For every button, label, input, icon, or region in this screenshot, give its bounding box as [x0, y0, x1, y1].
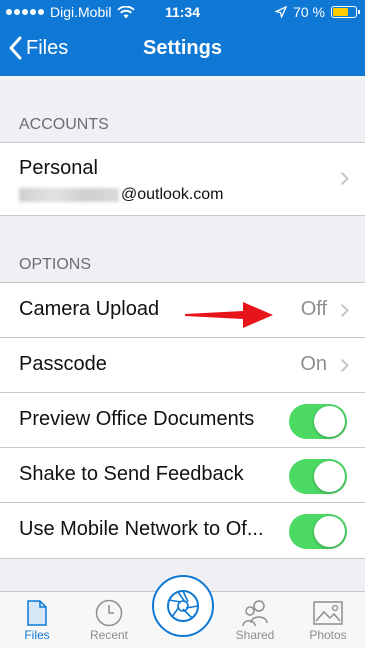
chevron-right-icon [340, 303, 349, 318]
accounts-group: Personal @outlook.com [0, 142, 365, 216]
battery-icon [331, 6, 360, 18]
tab-shared-label: Shared [235, 628, 275, 642]
tab-photos[interactable]: Photos [298, 598, 358, 642]
account-email: @outlook.com [19, 186, 224, 204]
mobile-network-toggle[interactable] [289, 514, 347, 549]
navigation-bar: Files Settings [0, 24, 365, 76]
camera-upload-value: Off [300, 298, 327, 320]
tab-shared[interactable]: Shared [225, 598, 285, 642]
camera-upload-row[interactable]: Camera Upload Off [0, 283, 365, 338]
camera-button[interactable] [152, 575, 214, 637]
passcode-label: Passcode [19, 353, 107, 375]
mobile-network-row: Use Mobile Network to Of... [0, 503, 365, 558]
camera-upload-label: Camera Upload [19, 298, 160, 320]
shake-feedback-label: Shake to Send Feedback [19, 463, 244, 485]
people-icon [242, 600, 268, 627]
options-header: OPTIONS [19, 256, 92, 273]
passcode-row[interactable]: Passcode On [0, 338, 365, 393]
chevron-right-icon [340, 358, 349, 373]
email-suffix: @outlook.com [121, 186, 224, 203]
red-arrow-annotation [185, 302, 273, 328]
tab-files[interactable]: Files [7, 598, 67, 642]
mobile-network-label: Use Mobile Network to Of... [19, 518, 264, 540]
preview-office-label: Preview Office Documents [19, 408, 255, 430]
passcode-value: On [300, 353, 327, 375]
clock-icon [95, 599, 123, 627]
preview-office-toggle[interactable] [289, 404, 347, 439]
accounts-header: ACCOUNTS [19, 116, 109, 133]
photo-icon [313, 601, 343, 625]
file-icon [27, 600, 47, 626]
tab-photos-label: Photos [309, 628, 347, 642]
tab-recent[interactable]: Recent [79, 598, 139, 642]
status-bar: Digi.Mobil 11:34 70 % [0, 0, 365, 24]
battery-percent: 70 % [293, 4, 325, 20]
chevron-right-icon [340, 171, 349, 186]
preview-office-row: Preview Office Documents [0, 393, 365, 448]
shake-feedback-row: Shake to Send Feedback [0, 448, 365, 503]
shake-feedback-toggle[interactable] [289, 459, 347, 494]
tab-recent-label: Recent [89, 628, 129, 642]
redacted-email-prefix [19, 188, 119, 202]
account-name: Personal [19, 157, 98, 179]
options-group: Camera Upload Off Passcode On Preview Of… [0, 282, 365, 559]
account-personal-row[interactable]: Personal @outlook.com [0, 143, 365, 215]
aperture-icon [167, 590, 199, 622]
settings-content: ACCOUNTS Personal @outlook.com OPTIONS C… [0, 76, 365, 559]
location-icon [275, 6, 288, 18]
tab-bar: Files Recent Shared Photos [0, 575, 365, 648]
tab-files-label: Files [24, 628, 50, 642]
page-title: Settings [143, 37, 222, 59]
